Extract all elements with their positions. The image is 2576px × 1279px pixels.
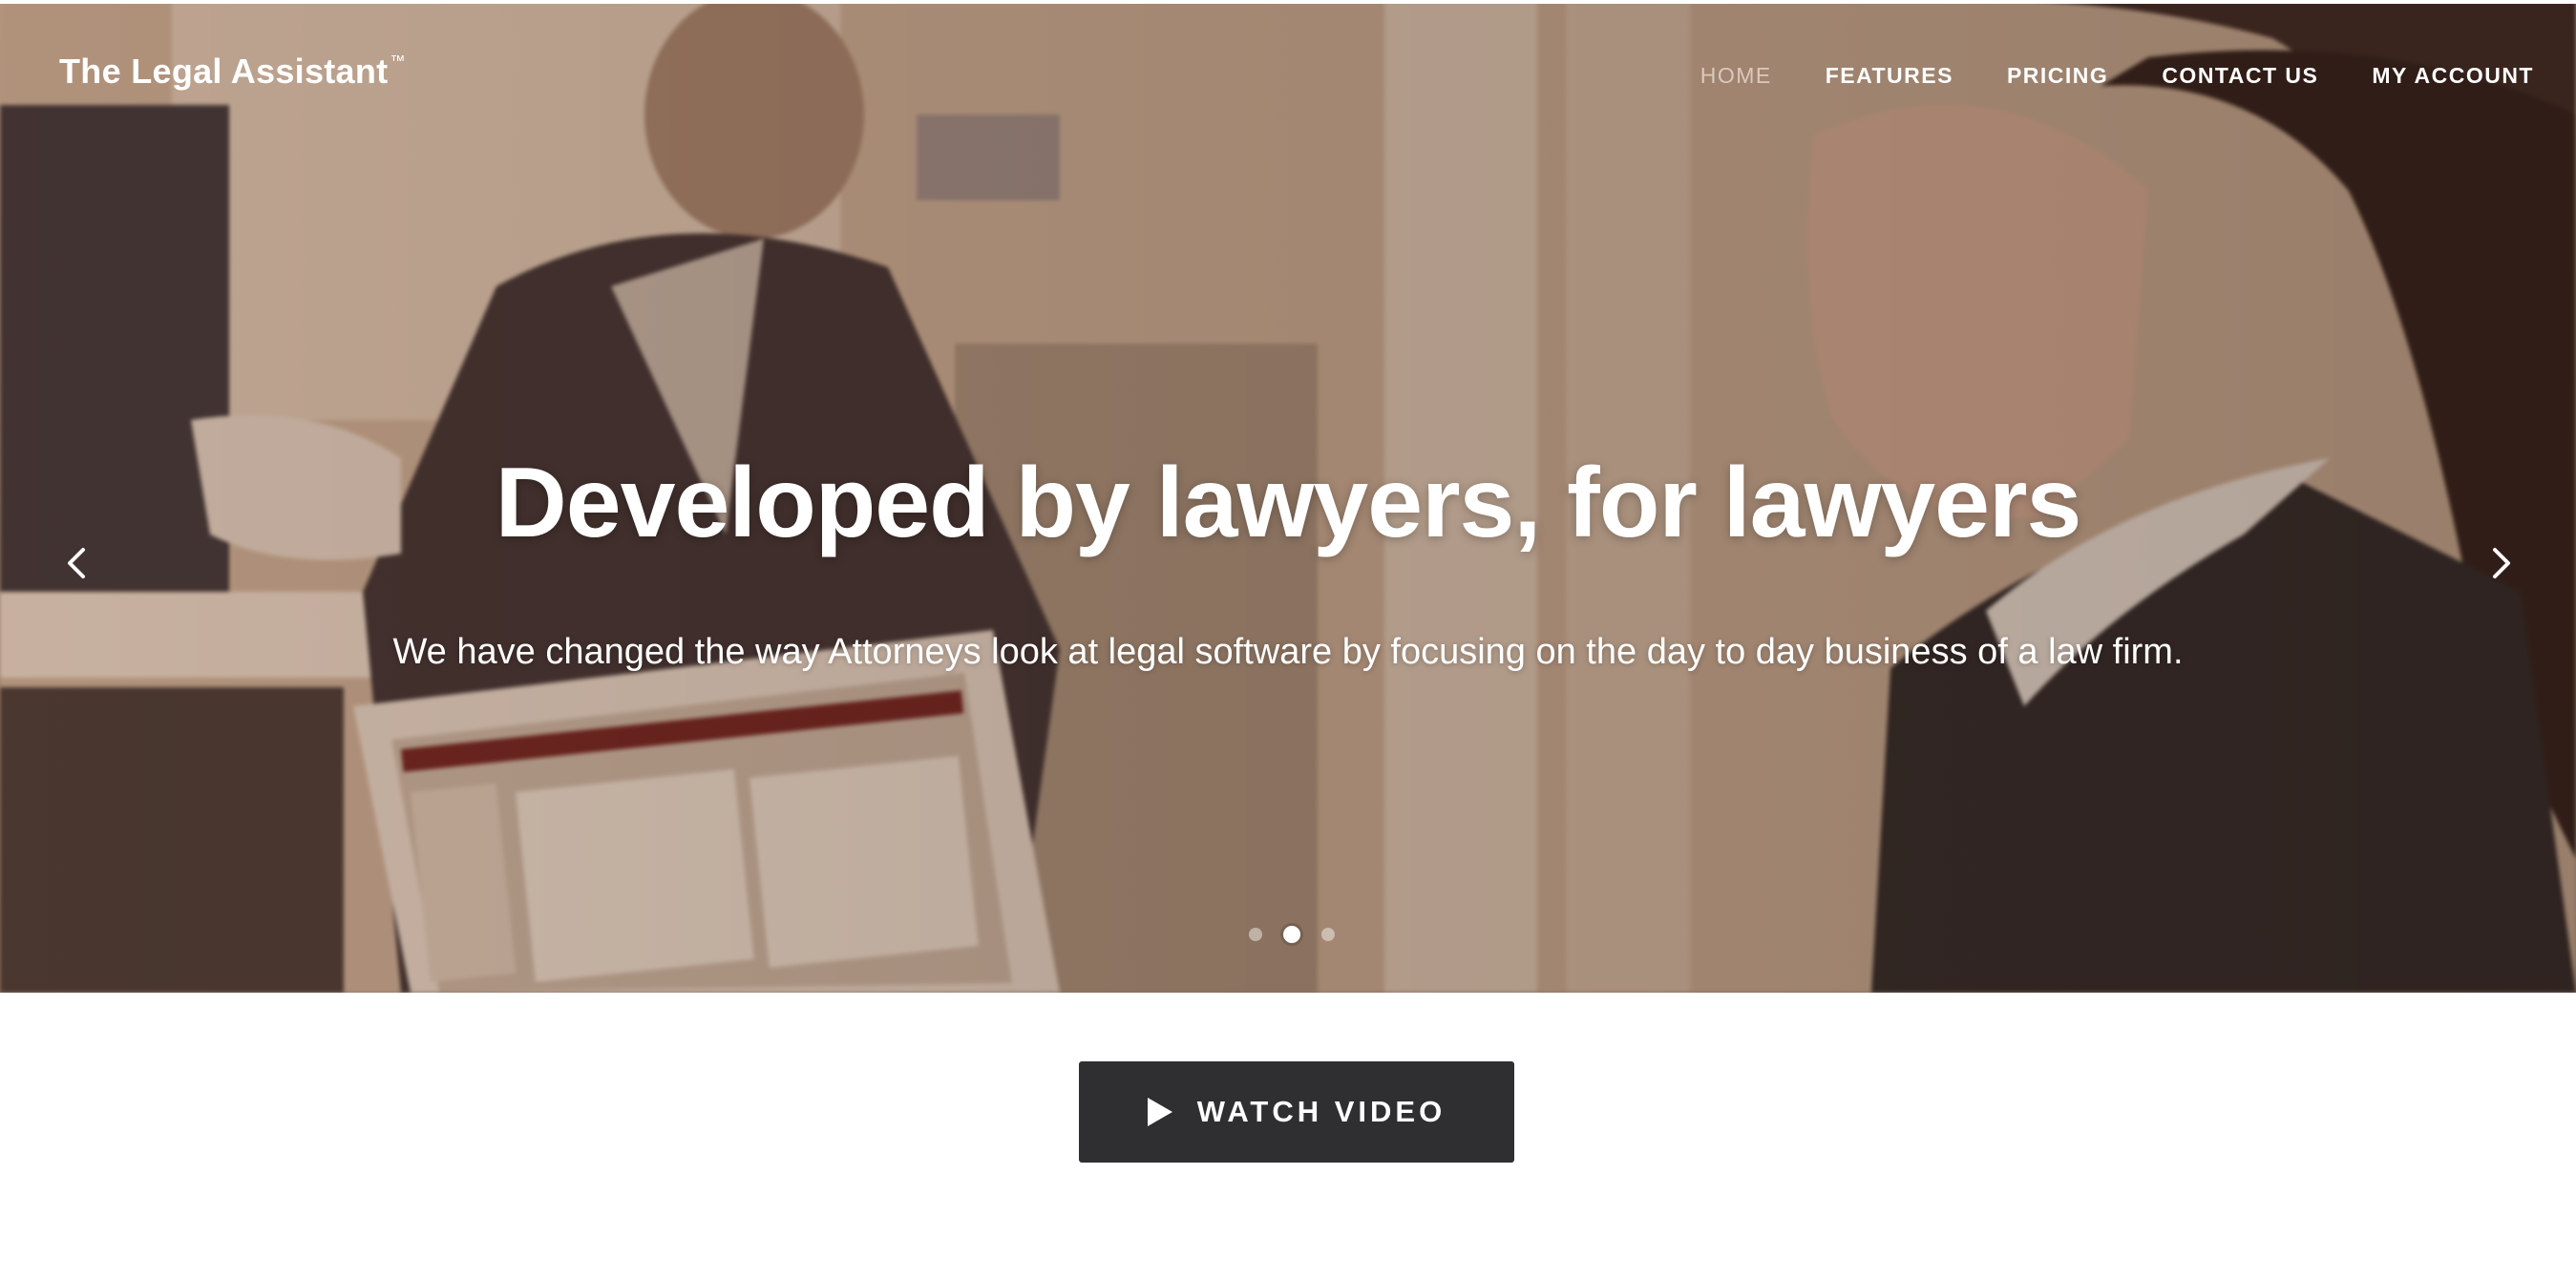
carousel-dot-3[interactable] [1321, 928, 1335, 941]
brand-logo[interactable]: The Legal Assistant ™ [59, 52, 406, 92]
chevron-right-icon [2493, 548, 2510, 578]
carousel-next-button[interactable] [2479, 540, 2524, 586]
nav-features[interactable]: FEATURES [1826, 63, 1953, 89]
nav-pricing[interactable]: PRICING [2007, 63, 2108, 89]
hero-subheadline: We have changed the way Attorneys look a… [392, 632, 2184, 672]
carousel-dot-2[interactable] [1283, 926, 1300, 943]
trademark-symbol: ™ [390, 53, 406, 70]
carousel-indicators [1249, 926, 1335, 943]
hero-slider: The Legal Assistant ™ HOME FEATURES PRICI… [0, 0, 2576, 993]
play-icon [1147, 1098, 1172, 1126]
top-border [0, 0, 2576, 4]
nav-my-account[interactable]: MY ACCOUNT [2372, 63, 2534, 89]
watch-video-button[interactable]: WATCH VIDEO [1079, 1061, 1514, 1163]
main-nav: HOME FEATURES PRICING CONTACT US MY ACCO… [1700, 63, 2534, 89]
chevron-left-icon [68, 548, 85, 578]
carousel-prev-button[interactable] [53, 540, 99, 586]
brand-name: The Legal Assistant [59, 52, 389, 91]
nav-contact-us[interactable]: CONTACT US [2162, 63, 2318, 89]
watch-video-label: WATCH VIDEO [1196, 1095, 1446, 1128]
nav-home[interactable]: HOME [1700, 63, 1772, 89]
hero-headline: Developed by lawyers, for lawyers [495, 448, 2082, 558]
carousel-dot-1[interactable] [1249, 928, 1262, 941]
